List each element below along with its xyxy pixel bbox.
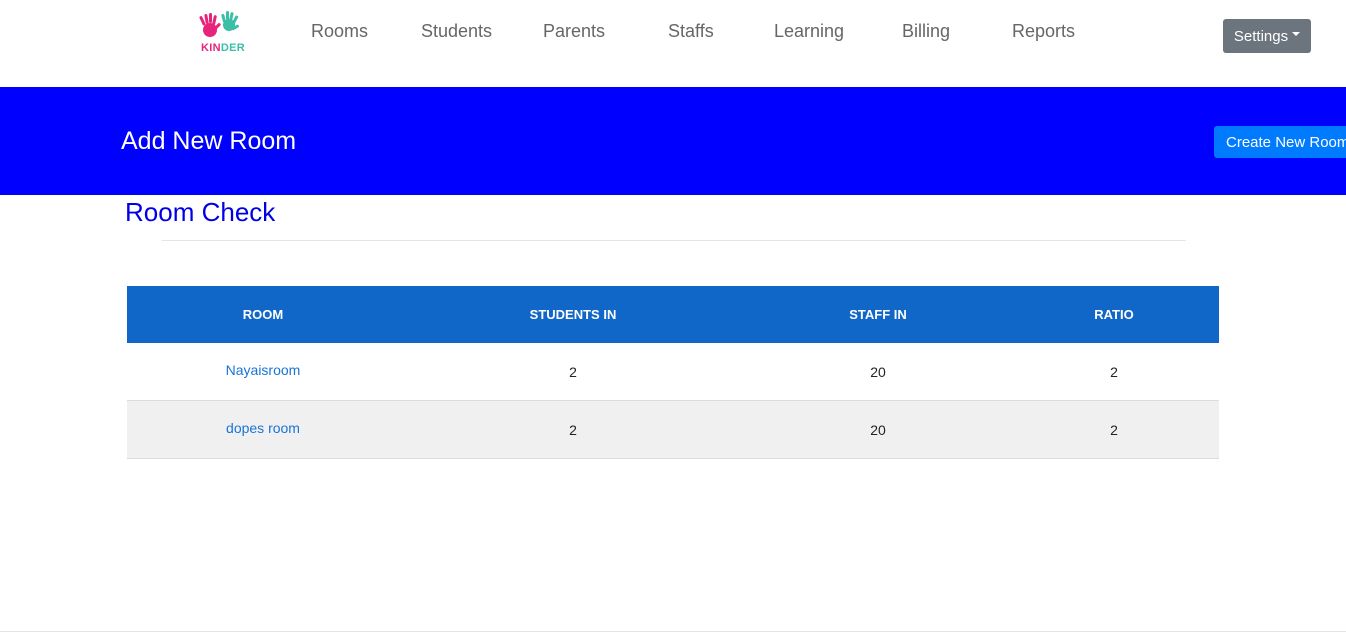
staff-in-cell: 20 [870,422,886,438]
settings-dropdown-button[interactable]: Settings [1223,19,1311,53]
table-row: Nayaisroom 2 20 2 [127,343,1219,401]
page-title: Add New Room [121,127,297,155]
caret-down-icon [1292,32,1301,36]
logo-text: KINDER [201,42,245,54]
section-title: Room Check [125,197,276,227]
nav-rooms[interactable]: Rooms [311,21,368,42]
top-navbar: KINDER Rooms Students Parents Staffs Lea… [0,0,1346,87]
hands-logo-icon [199,11,239,37]
nav-parents[interactable]: Parents [543,21,605,42]
footer-divider [0,631,1346,632]
header-room: Room [242,307,284,322]
room-link[interactable]: dopes room [127,401,399,459]
nav-billing[interactable]: Billing [902,21,950,42]
students-in-cell: 2 [569,422,577,438]
ratio-cell: 2 [1110,422,1118,438]
nav-learning[interactable]: Learning [774,21,844,42]
nav-staffs[interactable]: Staffs [668,21,714,42]
header-ratio: Ratio [1094,307,1134,322]
table-row: dopes room 2 20 2 [127,401,1219,459]
room-link[interactable]: Nayaisroom [127,343,399,401]
nav-reports[interactable]: Reports [1012,21,1075,42]
section-divider [162,240,1186,241]
table-header: Room Students In Staff In Ratio [127,286,1219,343]
ratio-cell: 2 [1110,364,1118,380]
header-students-in: Students In [529,307,617,322]
kinder-logo[interactable]: KINDER [196,10,246,56]
nav-students[interactable]: Students [421,21,492,42]
students-in-cell: 2 [569,364,577,380]
hero-banner: Add New Room Create New Room [0,87,1346,195]
staff-in-cell: 20 [870,364,886,380]
settings-label: Settings [1233,27,1289,45]
create-new-room-button[interactable]: Create New Room [1214,126,1346,158]
room-check-table: Room Students In Staff In Ratio Nayaisro… [127,286,1219,459]
header-staff-in: Staff In [849,307,907,322]
